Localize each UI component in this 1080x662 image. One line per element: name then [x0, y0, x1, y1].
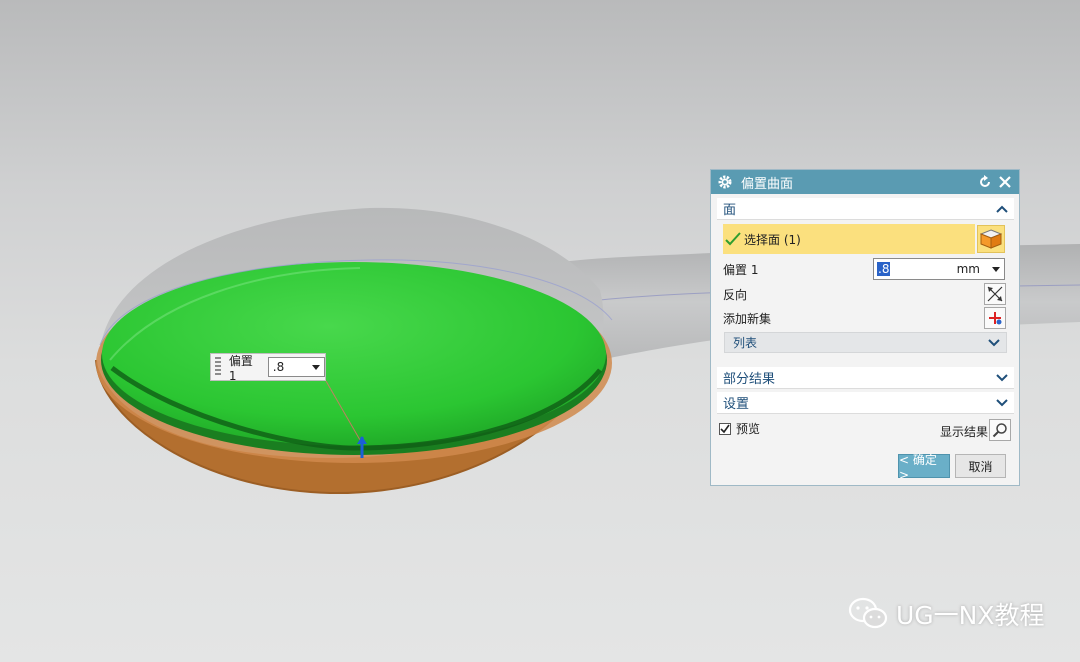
chevron-down-icon[interactable]	[992, 266, 1000, 272]
preview-row: 预览	[719, 420, 760, 437]
section-partial-results-title: 部分结果	[723, 372, 776, 387]
reverse-row: 反向	[723, 283, 1008, 305]
add-set-icon	[989, 312, 1002, 325]
add-set-label: 添加新集	[723, 311, 772, 326]
chevron-up-icon[interactable]	[996, 205, 1008, 213]
close-icon[interactable]	[997, 174, 1013, 190]
onscreen-offset-input[interactable]: 偏置 1 .8	[210, 353, 326, 383]
add-set-row: 添加新集	[723, 307, 1008, 329]
chevron-down-icon[interactable]	[996, 373, 1008, 382]
offset-label: 偏置 1	[723, 262, 759, 277]
onscreen-offset-label: 偏置 1	[228, 353, 253, 383]
reverse-direction-icon	[987, 286, 1003, 302]
watermark: UG一NX教程	[848, 596, 1045, 632]
reverse-label: 反向	[723, 287, 748, 302]
ok-button[interactable]: < 确定 >	[898, 453, 950, 482]
checkmark-icon	[725, 232, 741, 246]
offset-value[interactable]: .8	[877, 262, 891, 276]
wechat-icon	[848, 597, 888, 629]
select-face-row[interactable]: 选择面 (1)	[723, 224, 975, 254]
onscreen-offset-dropdown[interactable]: .8	[267, 357, 325, 377]
section-settings-title: 设置	[723, 397, 750, 412]
magnifier-icon	[992, 423, 1007, 438]
list-subsection-header[interactable]: 列表	[724, 332, 1007, 353]
gear-icon[interactable]	[717, 174, 733, 190]
show-result-label: 显示结果	[940, 425, 989, 439]
section-header-partial-results[interactable]: 部分结果	[717, 367, 1014, 389]
dialog-title: 偏置曲面	[741, 176, 794, 192]
reset-icon[interactable]	[977, 174, 993, 190]
chevron-down-icon[interactable]	[988, 338, 1000, 347]
section-header-face[interactable]: 面	[717, 198, 1014, 220]
select-face-label: 选择面 (1)	[744, 232, 801, 247]
onscreen-offset-value[interactable]: .8	[273, 360, 284, 374]
offset-unit[interactable]: mm	[957, 262, 980, 276]
preview-label: 预览	[736, 422, 761, 436]
list-label: 列表	[733, 336, 758, 350]
section-header-settings[interactable]: 设置	[717, 392, 1014, 414]
watermark-text: UG一NX教程	[896, 601, 1045, 630]
dialog-titlebar[interactable]: 偏置曲面	[711, 170, 1019, 194]
reverse-direction-button[interactable]	[984, 283, 1006, 305]
section-face-title: 面	[723, 203, 737, 218]
checkmark-icon	[720, 424, 730, 433]
offset-surface-dialog: 偏置曲面 面 选择面 (1) 偏置 1 .8 mm 反向 添加新集 列表 部分结…	[710, 169, 1020, 486]
drag-handle-icon[interactable]	[215, 357, 221, 377]
offset-value-field[interactable]: .8 mm	[873, 258, 1005, 280]
face-select-icon	[980, 229, 1002, 249]
face-selector-button[interactable]	[977, 225, 1005, 253]
chevron-down-icon[interactable]	[312, 364, 320, 370]
chevron-down-icon[interactable]	[996, 398, 1008, 407]
cancel-button[interactable]: 取消	[955, 454, 1006, 478]
add-new-set-button[interactable]	[984, 307, 1006, 329]
preview-checkbox[interactable]	[719, 422, 731, 435]
show-result-button[interactable]	[989, 419, 1011, 441]
